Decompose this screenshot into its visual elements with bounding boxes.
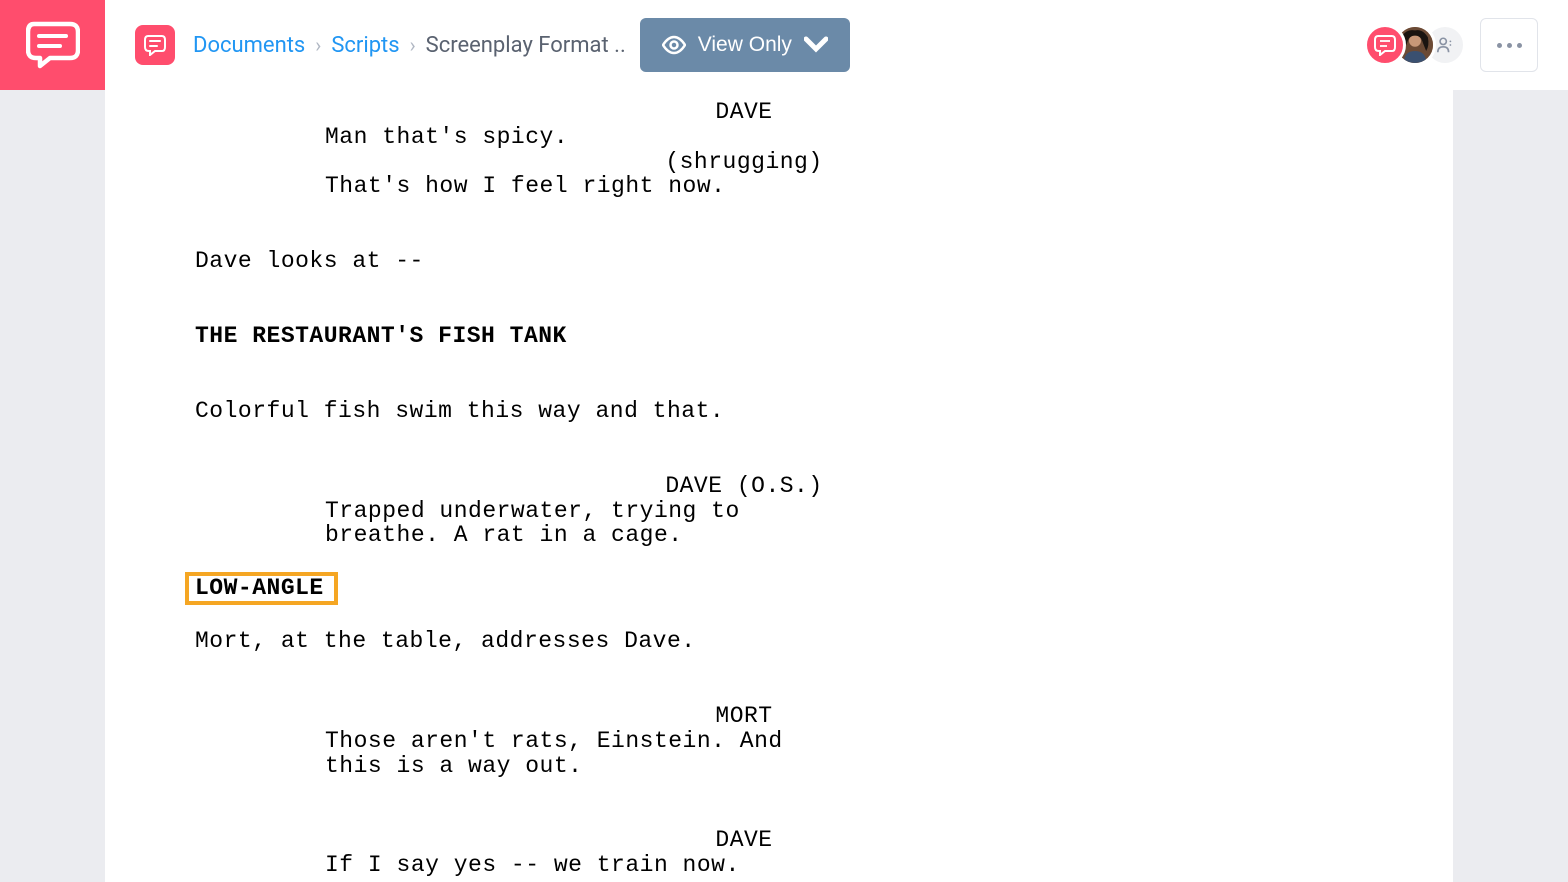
chevron-right-icon: › bbox=[315, 33, 321, 57]
dialogue-line: If I say yes -- we train now. bbox=[325, 853, 1163, 878]
chat-icon bbox=[144, 34, 166, 56]
add-user-icon bbox=[1436, 36, 1454, 54]
character-cue: DAVE (O.S.) bbox=[325, 474, 1163, 499]
chevron-down-icon bbox=[804, 33, 828, 57]
dialogue-line: Those aren't rats, Einstein. And bbox=[325, 729, 1163, 754]
avatar-presence[interactable] bbox=[1364, 24, 1406, 66]
slug-low-angle: LOW-ANGLE bbox=[185, 572, 338, 605]
document-area: DAVE Man that's spicy. (shrugging) That'… bbox=[105, 90, 1453, 882]
dialogue-line: Man that's spicy. bbox=[325, 125, 1163, 150]
chat-bubble-icon bbox=[26, 20, 80, 70]
header: Documents › Scripts › Screenplay Format … bbox=[105, 0, 1568, 90]
action-line: Mort, at the table, addresses Dave. bbox=[195, 629, 1363, 654]
chat-icon bbox=[1374, 34, 1396, 56]
breadcrumb: Documents › Scripts › Screenplay Format … bbox=[193, 33, 626, 58]
more-icon bbox=[1497, 43, 1522, 48]
action-line: Dave looks at -- bbox=[195, 249, 1363, 274]
app-logo[interactable] bbox=[0, 0, 105, 90]
script-icon-button[interactable] bbox=[135, 25, 175, 65]
breadcrumb-scripts[interactable]: Scripts bbox=[331, 33, 399, 58]
avatar-stack[interactable] bbox=[1364, 24, 1466, 66]
character-cue: DAVE bbox=[325, 100, 1163, 125]
highlighted-slug: LOW-ANGLE bbox=[195, 572, 1363, 605]
action-line: Colorful fish swim this way and that. bbox=[195, 399, 1363, 424]
dialogue-line: breathe. A rat in a cage. bbox=[325, 523, 1163, 548]
dialogue-line: this is a way out. bbox=[325, 754, 1163, 779]
scene-slug: THE RESTAURANT'S FISH TANK bbox=[195, 324, 1363, 349]
chevron-right-icon: › bbox=[410, 33, 416, 57]
view-only-button[interactable]: View Only bbox=[640, 18, 850, 72]
more-button[interactable] bbox=[1480, 18, 1538, 72]
character-cue: MORT bbox=[325, 704, 1163, 729]
eye-icon bbox=[662, 33, 686, 57]
dialogue-line: Trapped underwater, trying to bbox=[325, 499, 1163, 524]
character-cue: DAVE bbox=[325, 828, 1163, 853]
parenthetical: (shrugging) bbox=[325, 150, 1163, 175]
dialogue-line: That's how I feel right now. bbox=[325, 174, 1163, 199]
screenplay-body: DAVE Man that's spicy. (shrugging) That'… bbox=[195, 100, 1363, 882]
breadcrumb-current: Screenplay Format .. bbox=[426, 33, 626, 58]
view-only-label: View Only bbox=[698, 33, 792, 57]
header-right bbox=[1364, 18, 1538, 72]
breadcrumb-documents[interactable]: Documents bbox=[193, 33, 305, 58]
